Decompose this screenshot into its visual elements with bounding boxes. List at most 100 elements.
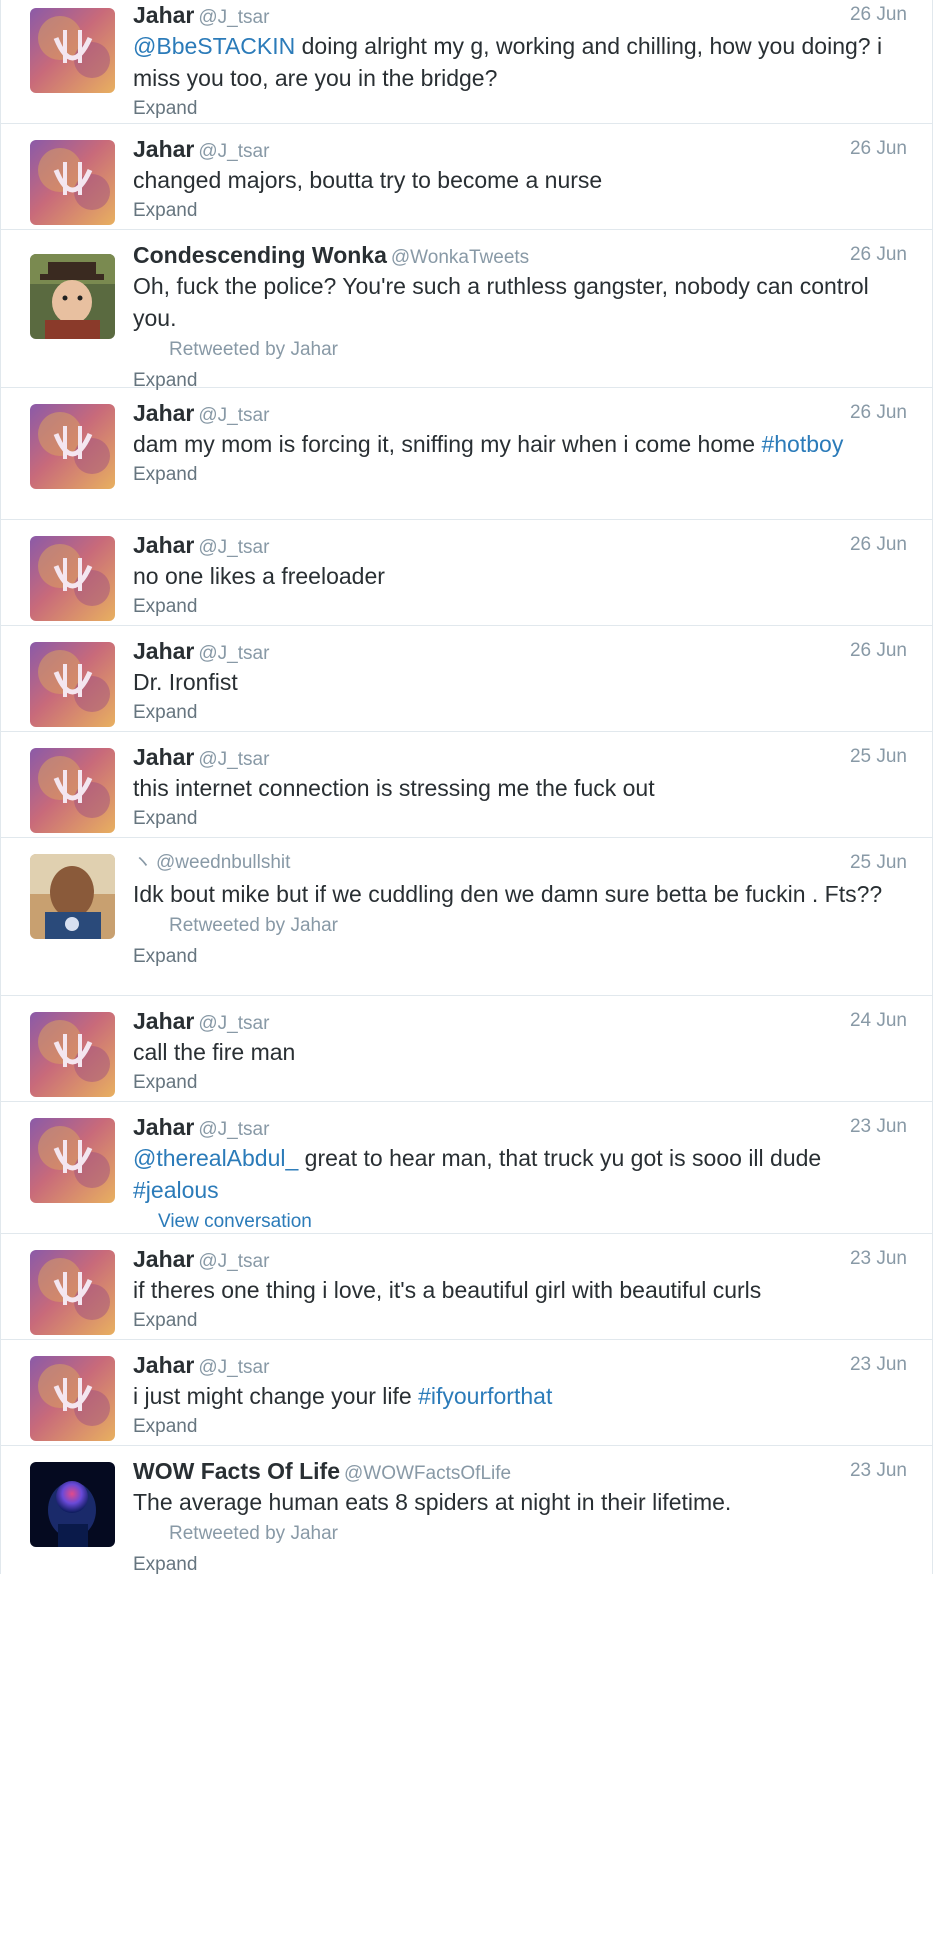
screen-name[interactable]: @WOWFactsOfLife bbox=[344, 1463, 511, 1484]
jahar-avatar[interactable] bbox=[30, 1012, 115, 1097]
display-name[interactable]: Jahar bbox=[133, 1114, 194, 1140]
tweet-text: changed majors, boutta try to become a n… bbox=[133, 164, 907, 196]
tweet-timestamp[interactable]: 23 Jun bbox=[850, 1456, 907, 1486]
tweet-text: if theres one thing i love, it's a beaut… bbox=[133, 1274, 907, 1306]
tweet-text: call the fire man bbox=[133, 1036, 907, 1068]
tweet-text-segment: Idk bout mike but if we cuddling den we … bbox=[133, 881, 883, 907]
display-name[interactable]: Jahar bbox=[133, 1246, 194, 1272]
screen-name[interactable]: @J_tsar bbox=[198, 1119, 269, 1140]
tweet-timestamp[interactable]: 23 Jun bbox=[850, 1244, 907, 1274]
tweet-timestamp[interactable]: 25 Jun bbox=[850, 742, 907, 772]
expand-link[interactable]: Expand bbox=[133, 804, 907, 834]
tweet-timestamp[interactable]: 23 Jun bbox=[850, 1112, 907, 1142]
expand-link[interactable]: Expand bbox=[133, 592, 907, 622]
brain-avatar[interactable] bbox=[30, 1462, 115, 1547]
expand-link[interactable]: Expand bbox=[133, 1412, 907, 1442]
jahar-avatar[interactable] bbox=[30, 8, 115, 93]
tweet-text-segment: this internet connection is stressing me… bbox=[133, 775, 655, 801]
jahar-avatar[interactable] bbox=[30, 642, 115, 727]
display-name[interactable]: Jahar bbox=[133, 400, 194, 426]
tweet[interactable]: ヽ @weednbullshit 25 Jun Idk bout mike but i… bbox=[1, 838, 932, 996]
tweet[interactable]: Jahar @J_tsar 26 Jun Dr. Ironfist Expand bbox=[1, 626, 932, 732]
tweet-timestamp[interactable]: 26 Jun bbox=[850, 636, 907, 666]
hashtag-link[interactable]: #jealous bbox=[133, 1177, 219, 1203]
tweet-timestamp[interactable]: 24 Jun bbox=[850, 1006, 907, 1036]
hashtag-link[interactable]: #hotboy bbox=[761, 431, 843, 457]
tweet-text: no one likes a freeloader bbox=[133, 560, 907, 592]
screen-name[interactable]: @J_tsar bbox=[198, 141, 269, 162]
retweeted-by-label[interactable]: Retweeted by Jahar bbox=[169, 910, 907, 942]
jahar-avatar[interactable] bbox=[30, 1250, 115, 1335]
tweet[interactable]: Jahar @J_tsar 23 Jun i just might change yo… bbox=[1, 1340, 932, 1446]
jahar-avatar[interactable] bbox=[30, 140, 115, 225]
weed-avatar[interactable] bbox=[30, 854, 115, 939]
tweet[interactable]: Jahar @J_tsar 26 Jun changed majors, boutta… bbox=[1, 124, 932, 230]
tweet[interactable]: Condescending Wonka @WonkaTweets 26 Jun Oh,… bbox=[1, 230, 932, 391]
expand-link[interactable]: Expand bbox=[133, 1306, 907, 1336]
display-name[interactable]: Jahar bbox=[133, 744, 194, 770]
expand-link[interactable]: Expand bbox=[133, 698, 907, 728]
tweet-header: Jahar @J_tsar 26 Jun bbox=[133, 636, 907, 666]
screen-name[interactable]: @WonkaTweets bbox=[391, 247, 529, 268]
screen-name[interactable]: @J_tsar bbox=[198, 1357, 269, 1378]
screen-name[interactable]: @J_tsar bbox=[198, 537, 269, 558]
tweet[interactable]: Jahar @J_tsar 23 Jun if theres one thing i … bbox=[1, 1234, 932, 1340]
tweet-text-segment: dam my mom is forcing it, sniffing my ha… bbox=[133, 431, 762, 457]
tweet-timestamp[interactable]: 26 Jun bbox=[850, 530, 907, 560]
display-name[interactable]: Condescending Wonka bbox=[133, 242, 387, 268]
screen-name[interactable]: @J_tsar bbox=[198, 7, 269, 28]
wonka-avatar[interactable] bbox=[30, 254, 115, 339]
tweet[interactable]: WOW Facts Of Life @WOWFactsOfLife 23 Jun Th… bbox=[1, 1446, 932, 1575]
tweet[interactable]: Jahar @J_tsar 26 Jun no one likes a freeloa… bbox=[1, 520, 932, 626]
retweeted-by-label[interactable]: Retweeted by Jahar bbox=[169, 334, 907, 366]
display-name[interactable]: Jahar bbox=[133, 638, 194, 664]
tweet-text: i just might change your life #ifyourfor… bbox=[133, 1380, 907, 1412]
screen-name[interactable]: @J_tsar bbox=[198, 749, 269, 770]
jahar-avatar[interactable] bbox=[30, 1356, 115, 1441]
screen-name[interactable]: @J_tsar bbox=[198, 1013, 269, 1034]
tweet-header: Jahar @J_tsar 26 Jun bbox=[133, 530, 907, 560]
expand-link[interactable]: Expand bbox=[133, 1550, 907, 1580]
display-name[interactable]: Jahar bbox=[133, 136, 194, 162]
expand-link[interactable]: Expand bbox=[133, 942, 907, 972]
retweeted-by-label[interactable]: Retweeted by Jahar bbox=[169, 1518, 907, 1550]
tweet-text: @therealAbdul_ great to hear man, that t… bbox=[133, 1142, 907, 1206]
tweet-timestamp[interactable]: 26 Jun bbox=[850, 398, 907, 428]
display-name-glyph[interactable]: ヽ bbox=[133, 852, 152, 873]
jahar-avatar[interactable] bbox=[30, 748, 115, 833]
mention-link[interactable]: @therealAbdul_ bbox=[133, 1145, 298, 1171]
tweet[interactable]: Jahar @J_tsar 25 Jun this internet connecti… bbox=[1, 732, 932, 838]
tweet-timestamp[interactable]: 26 Jun bbox=[850, 240, 907, 270]
tweet-timestamp[interactable]: 23 Jun bbox=[850, 1350, 907, 1380]
tweet[interactable]: Jahar @J_tsar 26 Jun @BbeSTACKIN doing alri… bbox=[1, 0, 932, 124]
tweet-timestamp[interactable]: 25 Jun bbox=[850, 848, 907, 878]
display-name[interactable]: WOW Facts Of Life bbox=[133, 1458, 340, 1484]
tweet-header: Jahar @J_tsar 26 Jun bbox=[133, 0, 907, 30]
tweet-text-segment: if theres one thing i love, it's a beaut… bbox=[133, 1277, 762, 1303]
hashtag-link[interactable]: #ifyourforthat bbox=[418, 1383, 552, 1409]
tweet-timestamp[interactable]: 26 Jun bbox=[850, 0, 907, 30]
screen-name[interactable]: @J_tsar bbox=[198, 643, 269, 664]
expand-link[interactable]: Expand bbox=[133, 1068, 907, 1098]
tweet[interactable]: Jahar @J_tsar 26 Jun dam my mom is forcing … bbox=[1, 388, 932, 520]
tweet[interactable]: Jahar @J_tsar 23 Jun @therealAbdul_ great t… bbox=[1, 1102, 932, 1234]
tweet[interactable]: Jahar @J_tsar 24 Jun call the fire man Expan… bbox=[1, 996, 932, 1102]
mention-link[interactable]: @BbeSTACKIN bbox=[133, 33, 295, 59]
jahar-avatar[interactable] bbox=[30, 536, 115, 621]
display-name[interactable]: Jahar bbox=[133, 1008, 194, 1034]
tweet-timestamp[interactable]: 26 Jun bbox=[850, 134, 907, 164]
jahar-avatar[interactable] bbox=[30, 1118, 115, 1203]
tweet-text: this internet connection is stressing me… bbox=[133, 772, 907, 804]
jahar-avatar[interactable] bbox=[30, 404, 115, 489]
expand-link[interactable]: Expand bbox=[133, 460, 907, 490]
display-name[interactable]: Jahar bbox=[133, 2, 194, 28]
display-name[interactable]: Jahar bbox=[133, 532, 194, 558]
screen-name[interactable]: @J_tsar bbox=[198, 405, 269, 426]
display-name[interactable]: Jahar bbox=[133, 1352, 194, 1378]
expand-link[interactable]: Expand bbox=[133, 196, 907, 226]
tweet-text: dam my mom is forcing it, sniffing my ha… bbox=[133, 428, 907, 460]
expand-link[interactable]: Expand bbox=[133, 94, 907, 124]
tweet-text: Idk bout mike but if we cuddling den we … bbox=[133, 878, 907, 910]
screen-name[interactable]: @J_tsar bbox=[198, 1251, 269, 1272]
screen-name[interactable]: @weednbullshit bbox=[156, 852, 290, 873]
